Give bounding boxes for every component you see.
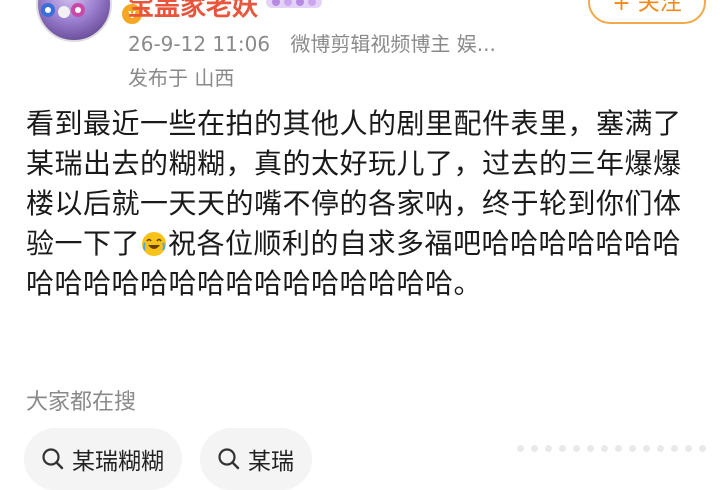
post-text: 看到最近一些在拍的其他人的剧里配件表里，塞满了某瑞出去的糊糊，真的太好玩儿了，过… [26, 104, 700, 304]
search-icon [42, 448, 64, 470]
post-time: 26-9-12 11:06 [128, 32, 271, 56]
follow-button[interactable]: + 关注 [588, 0, 706, 24]
search-chip-label: 某瑞 [248, 449, 294, 475]
carousel-dot [531, 445, 538, 452]
trending-search-title: 大家都在搜 [26, 390, 137, 415]
search-chip-label: 某瑞糊糊 [72, 449, 164, 475]
carousel-dot [671, 445, 678, 452]
carousel-dot [699, 445, 706, 452]
post-meta: 26-9-12 11:06 微博剪辑视频博主 娱... [128, 28, 510, 57]
search-chip[interactable]: 某瑞糊糊 [24, 428, 182, 490]
carousel-dot [517, 445, 524, 452]
carousel-dot [573, 445, 580, 452]
carousel-dot [615, 445, 622, 452]
carousel-dot [559, 445, 566, 452]
post-source: 微博剪辑视频博主 娱... [290, 32, 496, 56]
carousel-dot [587, 445, 594, 452]
carousel-dot [545, 445, 552, 452]
search-icon [218, 448, 240, 470]
carousel-dot [685, 445, 692, 452]
laugh-crying-icon [142, 232, 167, 256]
flower-decoration-icon [41, 3, 85, 18]
carousel-dot [643, 445, 650, 452]
carousel-indicator [517, 445, 706, 452]
avatar[interactable]: v [36, 0, 144, 42]
search-chips: 某瑞糊糊 某瑞 [24, 428, 312, 490]
carousel-dot [657, 445, 664, 452]
username[interactable]: 宝盖家老妖 [128, 0, 258, 23]
post-location: 发布于 山西 [128, 66, 235, 90]
carousel-dot [629, 445, 636, 452]
search-chip[interactable]: 某瑞 [200, 428, 312, 490]
post-header: v 宝盖家老妖 + 关注 26-9-12 11:06 微博剪辑视频博主 娱...… [0, 0, 720, 100]
username-badge-icon [266, 0, 322, 8]
carousel-dot [601, 445, 608, 452]
